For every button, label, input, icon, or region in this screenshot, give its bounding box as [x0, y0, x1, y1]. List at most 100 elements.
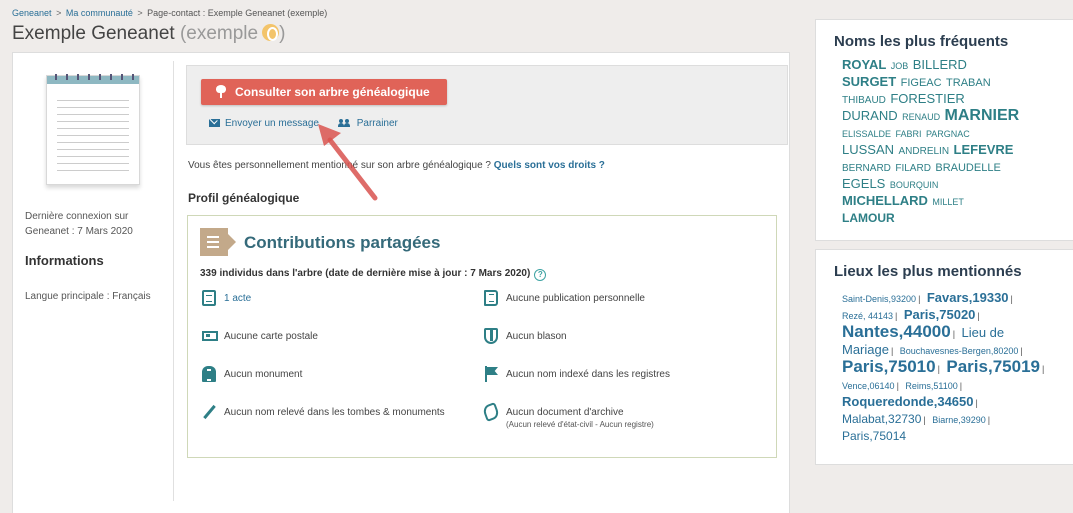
name-tag[interactable]: BERNARD	[842, 163, 891, 174]
profile-sidebar: Dernière connexion sur Geneanet : 7 Mars…	[13, 53, 173, 513]
mentioned-places-title: Lieux les plus mentionnés	[834, 263, 1022, 280]
place-tag[interactable]: Biarne,39290	[932, 415, 986, 425]
name-tag[interactable]: EGELS	[842, 176, 885, 191]
name-tag[interactable]: ROYAL	[842, 57, 886, 72]
contribution-label: Aucun nom indexé dans les registres	[506, 369, 670, 380]
name-tag[interactable]: BRAUDELLE	[935, 162, 1000, 174]
breadcrumb: Geneanet > Ma communauté > Page-contact …	[12, 8, 327, 18]
name-tag[interactable]: FILARD	[895, 163, 931, 174]
breadcrumb-link-geneanet[interactable]: Geneanet	[12, 8, 52, 18]
name-tag[interactable]: MICHELLARD	[842, 193, 928, 208]
view-tree-label: Consulter son arbre généalogique	[235, 85, 430, 99]
place-tag[interactable]: Nantes,44000	[842, 322, 951, 341]
frequent-names-title: Noms les plus fréquents	[834, 33, 1009, 50]
contact-actions-panel: Consulter son arbre généalogique Envoyer…	[186, 65, 788, 145]
name-tag[interactable]: BILLERD	[913, 57, 967, 72]
contributions-title: Contributions partagées	[244, 233, 441, 252]
name-tag[interactable]: FORESTIER	[890, 91, 964, 106]
place-tag[interactable]: Paris,75014	[842, 429, 906, 443]
breadcrumb-separator: >	[56, 8, 62, 18]
name-tag[interactable]: SURGET	[842, 74, 896, 89]
contribution-label: Aucun nom relevé dans les tombes & monum…	[224, 407, 445, 418]
place-separator: |	[896, 381, 899, 391]
name-tag[interactable]: LUSSAN	[842, 142, 894, 157]
contribution-sublabel: (Aucun relevé d'état-civil - Aucun regis…	[506, 420, 654, 429]
monument-icon	[202, 366, 216, 382]
place-separator: |	[975, 398, 978, 408]
send-message-label: Envoyer un message	[225, 118, 319, 129]
frequent-names-card: Noms les plus fréquents ROYAL JOB BILLER…	[815, 19, 1073, 241]
place-separator: |	[1041, 364, 1045, 374]
place-tag[interactable]: Bouchavesnes-Bergen,80200	[900, 346, 1019, 356]
individuals-count: 339 individus dans l'arbre (date de dern…	[200, 268, 547, 281]
name-tag[interactable]: LAMOUR	[842, 211, 895, 225]
mention-text: Vous êtes personnellement mentionné sur …	[188, 160, 491, 171]
place-tag[interactable]: Paris,75010	[842, 357, 936, 376]
place-separator: |	[1010, 294, 1013, 304]
place-tag[interactable]: Saint-Denis,93200	[842, 294, 916, 304]
name-tag[interactable]: ANDRELIN	[898, 146, 949, 157]
name-tag[interactable]: TRABAN	[946, 77, 991, 89]
shield-icon	[484, 328, 498, 344]
mentioned-places-card: Lieux les plus mentionnés Saint-Denis,93…	[815, 249, 1073, 465]
name-tag[interactable]: JOB	[891, 61, 909, 71]
name-tag[interactable]: PARGNAC	[926, 129, 970, 139]
view-tree-button[interactable]: Consulter son arbre généalogique	[201, 79, 447, 105]
place-tag[interactable]: Rezé, 44143	[842, 311, 893, 321]
name-tag[interactable]: RENAUD	[902, 112, 940, 122]
pen-icon	[202, 404, 216, 420]
rights-link[interactable]: Quels sont vos droits ?	[494, 160, 605, 171]
breadcrumb-link-community[interactable]: Ma communauté	[66, 8, 133, 18]
help-icon[interactable]: ?	[534, 269, 547, 281]
contribution-label[interactable]: 1 acte	[224, 293, 251, 304]
people-icon	[337, 119, 352, 127]
name-tag[interactable]: ELISSALDE	[842, 129, 891, 139]
name-tag[interactable]: BOURQUIN	[890, 180, 939, 190]
postcard-icon	[202, 331, 218, 341]
contribution-label: Aucun document d'archive	[506, 407, 624, 418]
flag-icon	[484, 366, 498, 382]
name-tag[interactable]: MILLET	[932, 197, 964, 207]
column-divider	[173, 61, 174, 501]
place-separator: |	[977, 311, 980, 321]
contribution-label: Aucune publication personnelle	[506, 293, 645, 304]
tree-icon	[215, 85, 227, 99]
place-separator: |	[959, 381, 963, 391]
place-tag[interactable]: Paris,75019	[946, 357, 1040, 376]
place-separator: |	[895, 311, 898, 321]
name-tag[interactable]: FABRI	[895, 129, 921, 139]
place-tag[interactable]: Paris,75020	[904, 307, 976, 322]
place-separator: |	[923, 415, 926, 425]
individuals-count-text: 339 individus dans l'arbre (date de dern…	[200, 268, 531, 279]
place-separator: |	[952, 329, 956, 339]
place-tag[interactable]: Roqueredonde,34650	[842, 394, 974, 409]
envelope-icon	[209, 119, 220, 127]
informations-heading: Informations	[25, 253, 104, 268]
name-tag[interactable]: FIGEAC	[901, 77, 942, 89]
page-title: Exemple Geneanet (exemple)	[12, 23, 285, 45]
place-tag[interactable]: Favars,19330	[927, 290, 1009, 305]
breadcrumb-current: Page-contact : Exemple Geneanet (exemple…	[147, 8, 328, 18]
contribution-label: Aucun monument	[224, 369, 303, 380]
mention-notice: Vous êtes personnellement mentionné sur …	[188, 160, 605, 171]
send-message-link[interactable]: Envoyer un message	[209, 118, 319, 129]
name-tag[interactable]: DURAND	[842, 108, 898, 123]
name-tag[interactable]: THIBAUD	[842, 95, 886, 106]
place-separator: |	[918, 294, 921, 304]
place-tag[interactable]: Malabat,32730	[842, 412, 921, 426]
place-tag[interactable]: Vence,06140	[842, 381, 895, 391]
sponsor-label: Parrainer	[356, 118, 398, 129]
sponsor-link[interactable]: Parrainer	[337, 118, 398, 129]
contribution-label: Aucune carte postale	[224, 331, 318, 342]
name-tag[interactable]: LEFEVRE	[954, 142, 1014, 157]
contribution-label: Aucun blason	[506, 331, 567, 342]
breadcrumb-separator: >	[137, 8, 143, 18]
document-icon	[202, 290, 216, 306]
places-cloud: Saint-Denis,93200 | Favars,19330 | Rezé, 4…	[842, 290, 1060, 444]
profile-card: Dernière connexion sur Geneanet : 7 Mars…	[12, 52, 790, 513]
name-tag[interactable]: MARNIER	[945, 107, 1020, 124]
main-language-text: Langue principale : Français	[25, 291, 151, 302]
place-tag[interactable]: Reims,51100	[905, 381, 957, 391]
place-separator: |	[937, 364, 940, 374]
place-separator: |	[1020, 346, 1023, 356]
